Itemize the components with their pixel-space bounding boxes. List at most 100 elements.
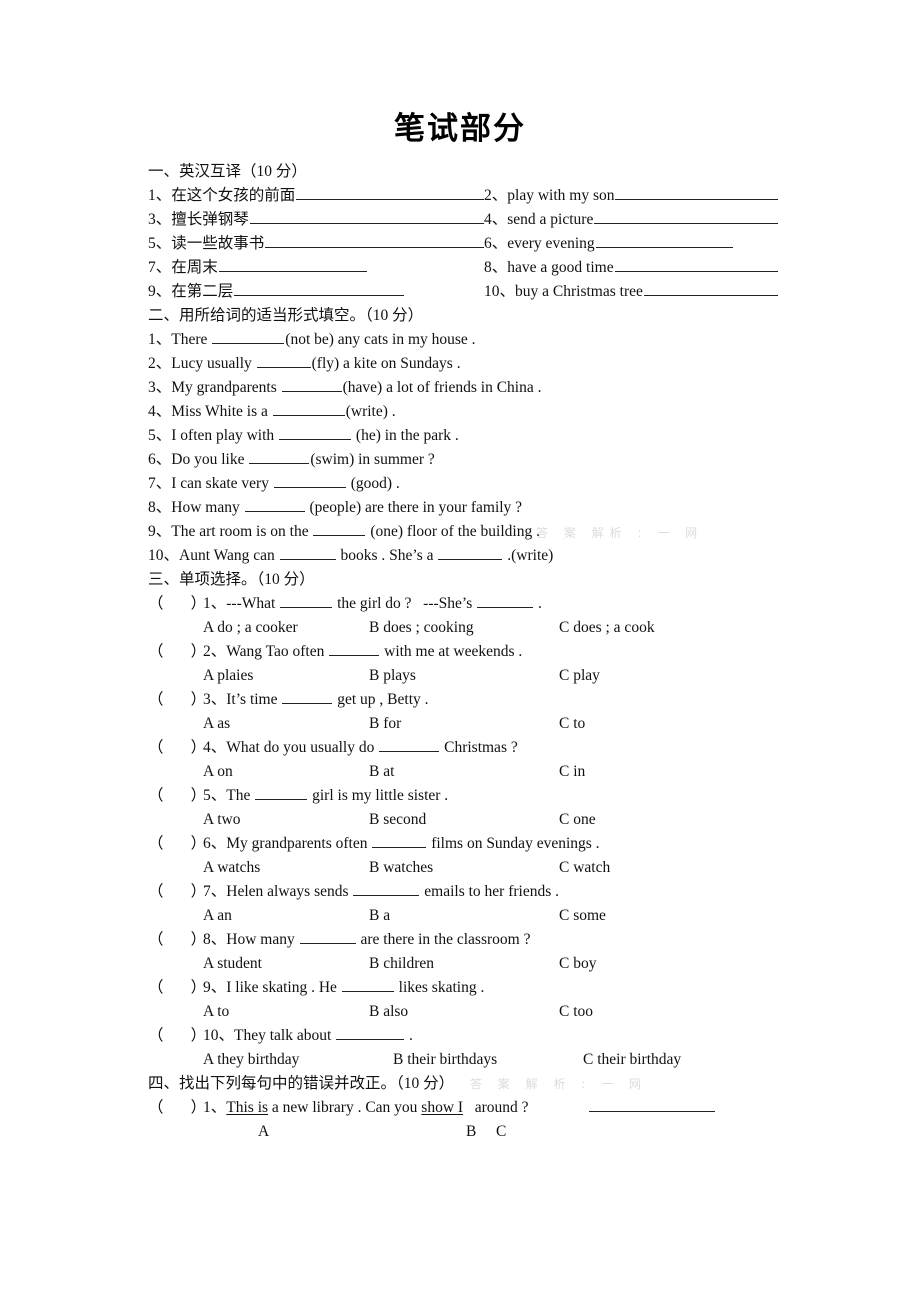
translate-item[interactable]: 2、 play with my son [484, 184, 778, 208]
page-title: 笔试部分 [394, 111, 526, 147]
option-c[interactable]: C watch [559, 856, 778, 880]
fill-blank-item[interactable]: 4、Miss White is a (write) . [148, 400, 778, 424]
answer-blank-2[interactable] [438, 547, 503, 560]
option-b[interactable]: B watches [369, 856, 559, 880]
answer-paren[interactable]: （ ） [148, 1024, 206, 1048]
answer-blank[interactable] [595, 234, 733, 248]
option-a[interactable]: A an [203, 904, 369, 928]
answer-blank[interactable] [256, 355, 311, 368]
option-c[interactable]: C some [559, 904, 778, 928]
translate-item[interactable]: 4、 send a picture [484, 208, 778, 232]
translate-item[interactable]: 8、 have a good time [484, 256, 778, 280]
translate-item[interactable]: 3、 擅长弹钢琴 [148, 208, 484, 232]
option-b[interactable]: B also [369, 1000, 559, 1024]
option-a[interactable]: A as [203, 712, 369, 736]
answer-blank-2[interactable] [477, 595, 534, 608]
option-c[interactable]: C play [559, 664, 778, 688]
answer-paren[interactable]: （ ） [148, 640, 206, 664]
option-c[interactable]: C too [559, 1000, 778, 1024]
answer-blank[interactable] [265, 234, 484, 248]
translate-item[interactable]: 1、 在这个女孩的前面 [148, 184, 484, 208]
translate-item[interactable]: 7、 在周末 [148, 256, 484, 280]
answer-blank[interactable] [234, 282, 405, 296]
fill-blank-item[interactable]: 2、Lucy usually (fly) a kite on Sundays . [148, 352, 778, 376]
fill-blank-item[interactable]: 3、My grandparents (have) a lot of friend… [148, 376, 778, 400]
answer-blank[interactable] [273, 475, 346, 488]
fill-blank-item[interactable]: 1、There (not be) any cats in my house . [148, 328, 778, 352]
item-text: play with my son [507, 187, 615, 204]
answer-blank[interactable] [249, 210, 484, 224]
answer-blank[interactable] [336, 1027, 405, 1040]
correction-blank[interactable] [588, 1098, 715, 1112]
answer-paren[interactable]: （ ） [148, 688, 206, 712]
option-b[interactable]: B at [369, 760, 559, 784]
option-b[interactable]: B does ; cooking [369, 616, 559, 640]
item-text-before: I can skate very [171, 475, 273, 492]
answer-paren[interactable]: （ ） [148, 880, 206, 904]
answer-blank[interactable] [299, 931, 356, 944]
option-a[interactable]: A do ; a cooker [203, 616, 369, 640]
fill-blank-item[interactable]: 5、I often play with (he) in the park . [148, 424, 778, 448]
answer-blank[interactable] [282, 691, 333, 704]
translate-item[interactable]: 10、 buy a Christmas tree [484, 280, 778, 304]
option-a[interactable]: A to [203, 1000, 369, 1024]
answer-paren[interactable]: （ ） [148, 784, 206, 808]
choice-options: A to B also C too [148, 1000, 778, 1024]
answer-paren[interactable]: （ ） [148, 928, 206, 952]
translate-item[interactable]: 6、 every evening [484, 232, 778, 256]
answer-blank[interactable] [244, 499, 305, 512]
option-a[interactable]: A on [203, 760, 369, 784]
answer-paren[interactable]: （ ） [148, 592, 206, 616]
option-b[interactable]: B children [369, 952, 559, 976]
answer-blank[interactable] [372, 835, 427, 848]
answer-blank[interactable] [615, 186, 778, 200]
translate-item[interactable]: 9、 在第二层 [148, 280, 484, 304]
answer-paren[interactable]: （ ） [148, 976, 206, 1000]
answer-blank[interactable] [279, 547, 336, 560]
option-c[interactable]: C in [559, 760, 778, 784]
answer-blank[interactable] [614, 258, 778, 272]
translate-item[interactable]: 5、 读一些故事书 [148, 232, 484, 256]
fill-blank-item[interactable]: 7、I can skate very (good) . [148, 472, 778, 496]
option-a[interactable]: A plaies [203, 664, 369, 688]
fill-blank-item[interactable]: 10、Aunt Wang can books . She’s a .(write… [148, 544, 778, 568]
answer-blank[interactable] [281, 379, 342, 392]
answer-blank[interactable] [341, 979, 394, 992]
answer-blank[interactable] [280, 595, 333, 608]
option-b[interactable]: B their birthdays [393, 1048, 583, 1072]
answer-paren[interactable]: （ ） [148, 832, 206, 856]
answer-blank[interactable] [329, 643, 380, 656]
answer-blank[interactable] [255, 787, 308, 800]
underlined-part-a[interactable]: This is [226, 1096, 268, 1120]
answer-blank[interactable] [218, 258, 367, 272]
option-a[interactable]: A watchs [203, 856, 369, 880]
option-a[interactable]: A student [203, 952, 369, 976]
answer-blank[interactable] [279, 427, 352, 440]
fill-blank-item[interactable]: 9、The art room is on the (one) floor of … [148, 520, 778, 544]
option-b[interactable]: B second [369, 808, 559, 832]
answer-blank[interactable] [594, 210, 778, 224]
option-c[interactable]: C boy [559, 952, 778, 976]
answer-blank[interactable] [212, 331, 285, 344]
option-b[interactable]: B plays [369, 664, 559, 688]
answer-blank[interactable] [353, 883, 420, 896]
option-b[interactable]: B for [369, 712, 559, 736]
option-c[interactable]: C their birthday [583, 1048, 778, 1072]
answer-blank[interactable] [313, 523, 366, 536]
fill-blank-item[interactable]: 8、How many (people) are there in your fa… [148, 496, 778, 520]
underlined-part-b[interactable]: show [421, 1096, 454, 1120]
option-c[interactable]: C to [559, 712, 778, 736]
fill-blank-item[interactable]: 6、Do you like (swim) in summer ? [148, 448, 778, 472]
answer-blank[interactable] [249, 451, 310, 464]
answer-paren[interactable]: （ ） [148, 1096, 206, 1120]
answer-paren[interactable]: （ ） [148, 736, 206, 760]
option-c[interactable]: C does ; a cook [559, 616, 778, 640]
option-c[interactable]: C one [559, 808, 778, 832]
answer-blank[interactable] [643, 282, 778, 296]
option-b[interactable]: B a [369, 904, 559, 928]
option-a[interactable]: A they birthday [203, 1048, 393, 1072]
answer-blank[interactable] [379, 739, 440, 752]
answer-blank[interactable] [272, 403, 345, 416]
option-a[interactable]: A two [203, 808, 369, 832]
answer-blank[interactable] [296, 186, 484, 200]
